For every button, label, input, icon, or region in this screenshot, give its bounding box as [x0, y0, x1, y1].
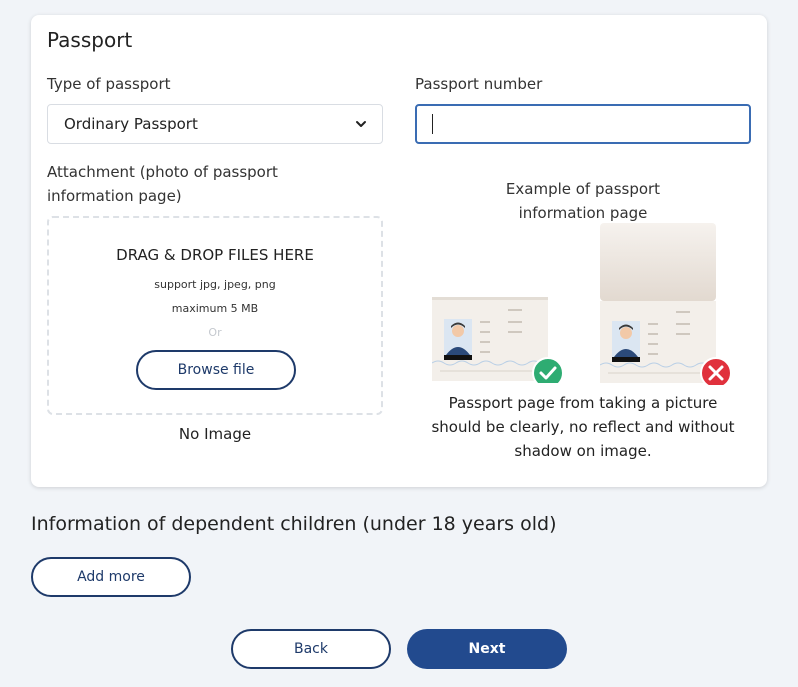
attachment-label-line2: information page): [47, 187, 182, 205]
dropzone-support: support jpg, jpeg, png: [154, 278, 276, 291]
caption-line2: should be clearly, no reflect and withou…: [431, 418, 735, 436]
chevron-down-icon: [356, 121, 366, 127]
attachment-label-line1: Attachment (photo of passport: [47, 163, 278, 181]
back-button[interactable]: Back: [231, 629, 391, 669]
section-title-passport: Passport: [47, 28, 133, 52]
children-section-title: Information of dependent children (under…: [31, 513, 557, 535]
caption-line1: Passport page from taking a picture: [448, 394, 718, 412]
next-button[interactable]: Next: [407, 629, 567, 669]
dropzone-title: DRAG & DROP FILES HERE: [116, 246, 314, 264]
passport-type-select[interactable]: Ordinary Passport: [47, 104, 383, 144]
caption-line3: shadow on image.: [514, 442, 652, 460]
check-circle-icon: [532, 357, 564, 383]
passport-card: Passport Type of passport Ordinary Passp…: [31, 15, 767, 487]
example-title: Example of passport information page: [483, 177, 683, 225]
file-dropzone[interactable]: DRAG & DROP FILES HERE support jpg, jpeg…: [47, 216, 383, 415]
text-caret: [432, 114, 433, 134]
example-title-line1: Example of passport: [505, 180, 661, 198]
example-title-line2: information page: [518, 204, 648, 222]
example-caption: Passport page from taking a picture shou…: [415, 391, 751, 463]
add-more-button[interactable]: Add more: [31, 557, 191, 597]
passport-number-input[interactable]: [415, 104, 751, 144]
dropzone-max-size: maximum 5 MB: [171, 302, 259, 315]
passport-type-label: Type of passport: [47, 75, 171, 93]
passport-number-label: Passport number: [415, 75, 543, 93]
passport-bad-example-image: [600, 223, 732, 385]
no-image-text: No Image: [178, 425, 252, 443]
dropzone-or: Or: [208, 326, 222, 339]
passport-good-example-image: [432, 297, 564, 383]
passport-type-value: Ordinary Passport: [64, 115, 198, 133]
browse-file-button[interactable]: Browse file: [136, 350, 296, 390]
